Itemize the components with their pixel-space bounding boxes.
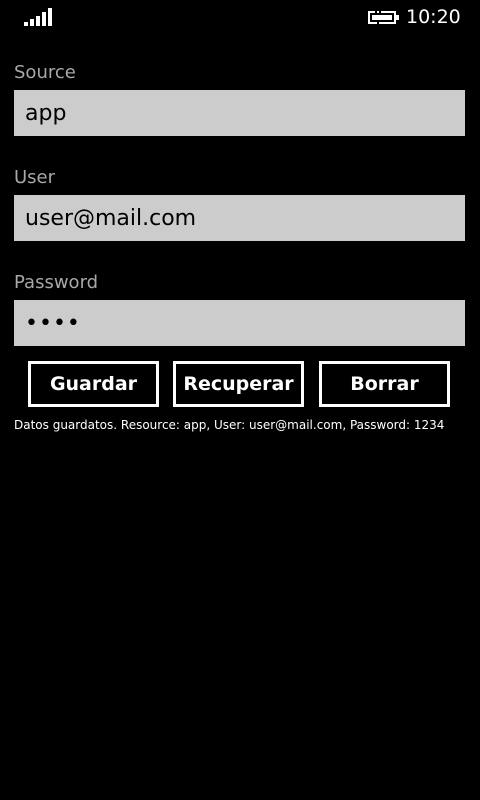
source-label: Source bbox=[14, 62, 76, 83]
action-buttons: Guardar Recuperar Borrar bbox=[28, 361, 450, 407]
retrieve-button[interactable]: Recuperar bbox=[173, 361, 304, 407]
delete-button[interactable]: Borrar bbox=[319, 361, 450, 407]
user-input[interactable] bbox=[14, 195, 465, 241]
signal-strength-icon bbox=[24, 8, 52, 26]
user-field-group: User bbox=[14, 165, 465, 241]
save-button[interactable]: Guardar bbox=[28, 361, 159, 407]
source-field-group: Source bbox=[14, 60, 465, 136]
password-label: Password bbox=[14, 272, 99, 293]
user-label: User bbox=[14, 167, 56, 188]
source-input[interactable] bbox=[14, 90, 465, 136]
password-field-group: Password bbox=[14, 270, 465, 346]
password-input[interactable] bbox=[14, 300, 465, 346]
status-bar: 10:20 bbox=[0, 0, 480, 32]
clock: 10:20 bbox=[406, 6, 461, 28]
status-message: Datos guardatos. Resource: app, User: us… bbox=[14, 418, 445, 432]
credentials-form: Source User Password bbox=[14, 60, 465, 346]
battery-charging-icon bbox=[368, 9, 399, 25]
